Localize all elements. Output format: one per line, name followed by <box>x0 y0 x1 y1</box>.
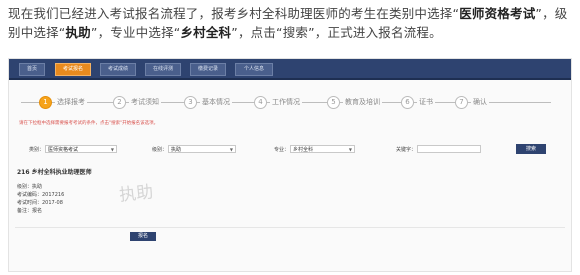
intro-text: ”，专业中选择“ <box>90 25 181 40</box>
major-label: 专业： <box>274 147 290 153</box>
step-1-label: 选择报考 <box>55 97 87 107</box>
step-7-circle: 7 <box>455 96 468 109</box>
step-5-label: 教育及培训 <box>343 97 382 107</box>
keyword-input[interactable] <box>417 145 481 153</box>
intro-major: 乡村全科 <box>180 25 232 40</box>
step-6-label: 证书 <box>417 97 435 107</box>
result-note: 备注：报名 <box>17 208 43 214</box>
step-1-circle: 1 <box>39 96 52 109</box>
step-3-label: 基本情况 <box>200 97 232 107</box>
search-button[interactable]: 搜索 <box>516 144 546 154</box>
registration-screenshot: 首页 考试报名 考试成绩 在线评测 缴费记录 个人信息 1 选择报考 2 考试须… <box>8 58 572 272</box>
nav-tab-exam-registration[interactable]: 考试报名 <box>55 63 91 76</box>
top-navbar: 首页 考试报名 考试成绩 在线评测 缴费记录 个人信息 <box>9 59 571 80</box>
chevron-down-icon: ▼ <box>110 147 114 152</box>
result-title: 216 乡村全科执业助理医师 <box>17 169 92 176</box>
step-7-label: 确认 <box>471 97 489 107</box>
intro-category: 医师资格考试 <box>459 6 536 21</box>
nav-tab-exam-results[interactable]: 考试成绩 <box>100 63 136 76</box>
category-label: 类别： <box>29 147 45 153</box>
intro-text: 现在我们已经进入考试报名流程了，报考乡村全科助理医师的考生在类别中选择“ <box>8 6 460 21</box>
intro-paragraph: 现在我们已经进入考试报名流程了，报考乡村全科助理医师的考生在类别中选择“医师资格… <box>8 4 574 42</box>
result-exam-code: 考试编码：2017216 <box>17 192 65 198</box>
result-exam-time: 考试时间：2017-08 <box>17 200 63 206</box>
step-2-circle: 2 <box>113 96 126 109</box>
intro-level: 执助 <box>65 25 91 40</box>
instruction-hint: 请在下拉框中选择需要报考考试的条件，点击"搜索"开始报名该选项。 <box>19 121 159 126</box>
level-label: 级别： <box>152 147 168 153</box>
register-button[interactable]: 报名 <box>130 232 156 241</box>
filter-bar: 类别： 医师资格考试 ▼ 级别： 执助 ▼ 专业： 乡村全科 ▼ 关键字： <box>9 144 571 156</box>
step-2-label: 考试须知 <box>129 97 161 107</box>
result-level: 级别：执助 <box>17 184 43 190</box>
progress-steps: 1 选择报考 2 考试须知 3 基本情况 4 工作情况 5 教育及培训 6 证书… <box>9 89 571 115</box>
nav-tab-home[interactable]: 首页 <box>19 63 45 76</box>
category-selected-value: 医师资格考试 <box>48 147 79 153</box>
chevron-down-icon: ▼ <box>348 147 352 152</box>
category-select[interactable]: 医师资格考试 ▼ <box>45 145 117 153</box>
nav-tab-payment-records[interactable]: 缴费记录 <box>190 63 226 76</box>
step-3-circle: 3 <box>184 96 197 109</box>
intro-text: ”，点击“搜索”，正式进入报名流程。 <box>231 25 442 40</box>
chevron-down-icon: ▼ <box>229 147 233 152</box>
step-5-circle: 5 <box>327 96 340 109</box>
major-selected-value: 乡村全科 <box>293 147 314 153</box>
nav-tab-online-assessment[interactable]: 在线评测 <box>145 63 181 76</box>
keyword-label: 关键字： <box>396 147 417 153</box>
step-6-circle: 6 <box>401 96 414 109</box>
step-4-label: 工作情况 <box>270 97 302 107</box>
divider <box>15 227 565 228</box>
nav-tab-personal-info[interactable]: 个人信息 <box>235 63 273 76</box>
watermark-text: 执助 <box>118 182 155 206</box>
step-4-circle: 4 <box>254 96 267 109</box>
level-selected-value: 执助 <box>171 147 182 153</box>
major-select[interactable]: 乡村全科 ▼ <box>290 145 355 153</box>
level-select[interactable]: 执助 ▼ <box>168 145 236 153</box>
